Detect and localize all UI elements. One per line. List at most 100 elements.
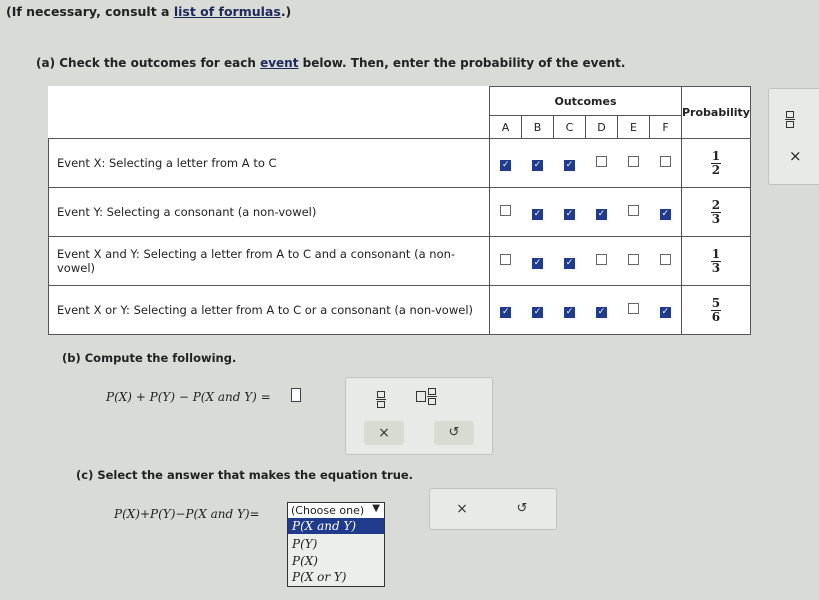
denominator: 3 <box>711 212 721 226</box>
outcome-checkbox-a[interactable]: ✓ <box>500 159 512 171</box>
outcome-checkbox-d[interactable] <box>596 156 607 167</box>
outcome-checkbox-f[interactable]: ✓ <box>659 306 671 318</box>
instructions: (If necessary, consult a list of formula… <box>6 4 291 19</box>
outcome-cell: ✓ <box>521 236 554 286</box>
probability-cell[interactable]: 12 <box>681 138 751 188</box>
outcome-cell: ✓ <box>649 187 682 237</box>
part-a-text: (a) Check the outcomes for each <box>36 56 261 70</box>
outcome-checkbox-e[interactable] <box>628 254 639 265</box>
outcome-header-a: A <box>489 115 522 139</box>
outcome-cell <box>649 138 682 188</box>
outcome-cell <box>585 236 618 286</box>
outcome-header-f: F <box>649 115 682 139</box>
outcome-cell <box>617 236 650 286</box>
outcome-checkbox-e[interactable] <box>628 205 639 216</box>
outcome-cell <box>617 138 650 188</box>
outcome-checkbox-a[interactable] <box>500 205 512 216</box>
outcome-checkbox-d[interactable]: ✓ <box>596 306 607 318</box>
choose-one-dropdown[interactable]: (Choose one) ▼ <box>287 502 385 519</box>
outcome-checkbox-f[interactable] <box>659 254 671 265</box>
outcome-cell <box>489 236 522 286</box>
outcome-letters-row: ABCDEF <box>48 115 751 139</box>
outcome-header-b: B <box>521 115 554 139</box>
outcome-checkbox-a[interactable] <box>500 254 512 265</box>
option-y[interactable]: P(Y) <box>292 537 317 551</box>
numerator: 2 <box>711 198 721 212</box>
fraction-tool-icon[interactable] <box>376 387 386 408</box>
probability-fraction: 56 <box>710 297 721 324</box>
part-c-expression: P(X)+P(Y)−P(X and Y)= <box>114 507 260 521</box>
outcome-checkbox-d[interactable]: ✓ <box>596 208 607 220</box>
part-b-label: (b) Compute the following. <box>62 351 237 365</box>
outcomes-table: Outcomes Probability ABCDEF Event X: Sel… <box>48 86 751 335</box>
option-x-or-y[interactable]: P(X or Y) <box>292 570 347 584</box>
event-link[interactable]: event <box>260 56 298 70</box>
undo-button-c[interactable]: ↺ <box>502 497 542 521</box>
outcome-cell <box>649 236 682 286</box>
probability-fraction: 13 <box>710 247 721 275</box>
numerator: 1 <box>711 149 721 163</box>
numerator: 1 <box>711 247 721 261</box>
outcome-checkbox-c[interactable]: ✓ <box>564 159 575 171</box>
probability-fraction: 23 <box>710 198 721 226</box>
event-description: Event X and Y: Selecting a letter from A… <box>48 236 490 286</box>
outcome-header-c: C <box>553 115 586 139</box>
probability-cell[interactable]: 13 <box>681 236 751 286</box>
outcome-checkbox-c[interactable]: ✓ <box>564 208 575 220</box>
side-tool-panel: × <box>768 88 819 185</box>
probability-cell[interactable]: 23 <box>681 187 751 237</box>
outcome-cell: ✓ <box>649 285 682 335</box>
option-x[interactable]: P(X) <box>292 554 318 568</box>
outcome-checkbox-b[interactable]: ✓ <box>532 208 543 220</box>
event-row: Event X: Selecting a letter from A to C ✓… <box>48 138 751 188</box>
dropdown-value: (Choose one) <box>291 504 365 517</box>
answer-input[interactable] <box>291 388 301 402</box>
probability-fraction: 12 <box>710 149 721 177</box>
part-b-tool-panel: × ↺ <box>345 377 493 455</box>
outcome-checkbox-c[interactable]: ✓ <box>564 306 575 318</box>
denominator: 3 <box>711 261 721 275</box>
formulas-link[interactable]: list of formulas <box>174 4 281 19</box>
table-corner-lower <box>48 115 490 139</box>
outcome-checkbox-b[interactable]: ✓ <box>532 257 543 269</box>
outcome-cell: ✓ <box>489 285 522 335</box>
outcome-checkbox-d[interactable] <box>596 254 607 265</box>
undo-button[interactable]: ↺ <box>434 421 474 445</box>
outcome-cell: ✓ <box>489 138 522 188</box>
denominator: 2 <box>711 163 721 177</box>
outcome-cell: ✓ <box>585 187 618 237</box>
outcome-checkbox-f[interactable] <box>659 156 671 167</box>
outcome-checkbox-b[interactable]: ✓ <box>532 306 543 318</box>
dropdown-menu: P(X and Y) P(Y) P(X) P(X or Y) <box>287 518 385 587</box>
outcome-checkbox-f[interactable]: ✓ <box>659 208 671 220</box>
option-x-and-y[interactable]: P(X and Y) <box>288 518 384 534</box>
outcome-cell: ✓ <box>585 285 618 335</box>
mixed-number-icon[interactable] <box>416 388 437 405</box>
event-row: Event X and Y: Selecting a letter from A… <box>48 236 751 286</box>
event-description: Event X or Y: Selecting a letter from A … <box>48 285 490 335</box>
outcome-cell <box>585 138 618 188</box>
outcome-cell <box>617 187 650 237</box>
outcome-cell: ✓ <box>521 187 554 237</box>
outcome-cell: ✓ <box>521 138 554 188</box>
outcome-checkbox-e[interactable] <box>628 156 639 167</box>
outcome-cell: ✓ <box>553 138 586 188</box>
denominator: 6 <box>711 310 721 324</box>
probability-header: Probability <box>681 86 751 139</box>
outcome-checkbox-b[interactable]: ✓ <box>532 159 543 171</box>
table-corner <box>49 87 490 116</box>
part-c-tool-panel: × ↺ <box>429 488 557 530</box>
outcome-checkbox-e[interactable] <box>628 303 639 314</box>
part-b-expression: P(X) + P(Y) − P(X and Y) = <box>106 390 271 404</box>
probability-cell[interactable]: 56 <box>681 285 751 335</box>
clear-button[interactable]: × <box>364 421 404 445</box>
outcome-checkbox-a[interactable]: ✓ <box>500 306 512 318</box>
event-description: Event Y: Selecting a consonant (a non-vo… <box>48 187 490 237</box>
clear-button-c[interactable]: × <box>442 497 482 521</box>
part-c-label: (c) Select the answer that makes the equ… <box>76 468 414 482</box>
outcome-cell: ✓ <box>553 236 586 286</box>
clear-icon[interactable]: × <box>789 147 802 165</box>
outcome-checkbox-c[interactable]: ✓ <box>564 257 575 269</box>
instructions-text: (If necessary, consult a <box>6 4 174 19</box>
fraction-tool-icon[interactable] <box>785 107 795 128</box>
